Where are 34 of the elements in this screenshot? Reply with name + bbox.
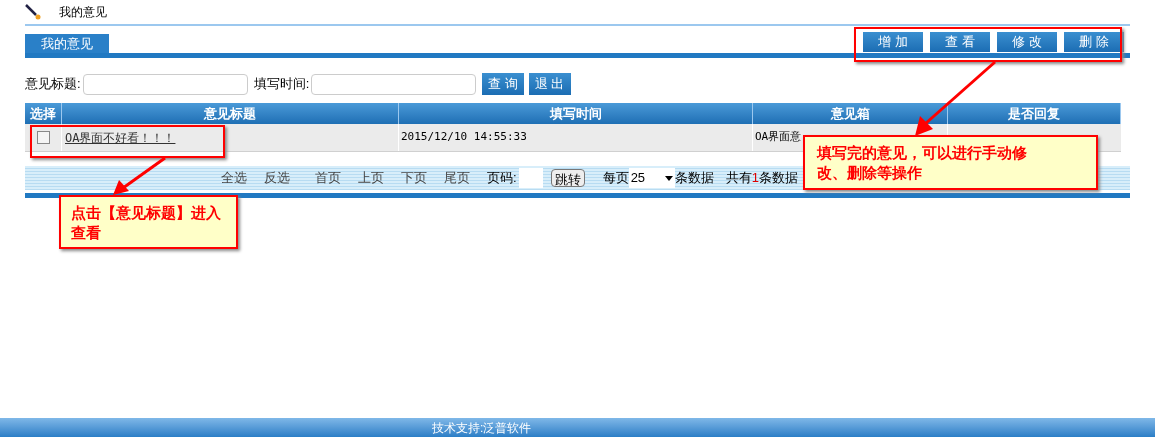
field-label: 填写时间: [253,75,310,94]
page-label: 页码: [487,169,517,188]
pager-link[interactable]: 首页 [315,168,341,188]
table-cell: OA界面意 [755,129,802,146]
pager-link[interactable]: 反选 [264,168,290,188]
search-button[interactable]: 查 询 [482,73,524,95]
callout-note: 点击【意见标题】进入查看 [59,195,238,249]
tab[interactable]: 我的意见 [25,34,109,53]
records-label: 条数据 [674,169,714,188]
total-text: 共有1条数据 [725,169,798,188]
jump-button[interactable]: 跳转 [550,169,585,187]
footer-text: 技术支持:泛普软件 [432,419,532,437]
pager-link[interactable]: 尾页 [444,168,470,188]
per-page-select[interactable]: 25 [628,168,675,188]
action-button[interactable]: 查 看 [930,32,990,52]
field-label: 意见标题: [25,75,81,94]
search-button[interactable]: 退 出 [528,73,571,95]
action-button[interactable]: 增 加 [863,32,923,52]
table-cell: 2015/12/10 14:55:33 [401,129,527,146]
pager-link[interactable]: 上页 [358,168,384,188]
row-checkbox[interactable] [36,131,50,144]
search-field[interactable] [82,73,248,95]
pager-link[interactable]: 全选 [221,168,247,188]
page-field[interactable] [518,168,543,188]
title-link[interactable]: OA界面不好看！！！ [65,128,176,147]
action-button[interactable]: 修 改 [997,32,1057,52]
page-title: 我的意见 [59,4,107,21]
pen-icon [25,4,41,20]
search-field[interactable] [311,73,477,95]
callout-note: 填写完的意见，可以进行手动修改、删除等操作 [803,135,1098,190]
per-page-label: 每页 [602,169,629,188]
action-button[interactable]: 删 除 [1064,32,1124,52]
caret-icon [664,175,673,181]
pager-link[interactable]: 下页 [401,168,427,188]
